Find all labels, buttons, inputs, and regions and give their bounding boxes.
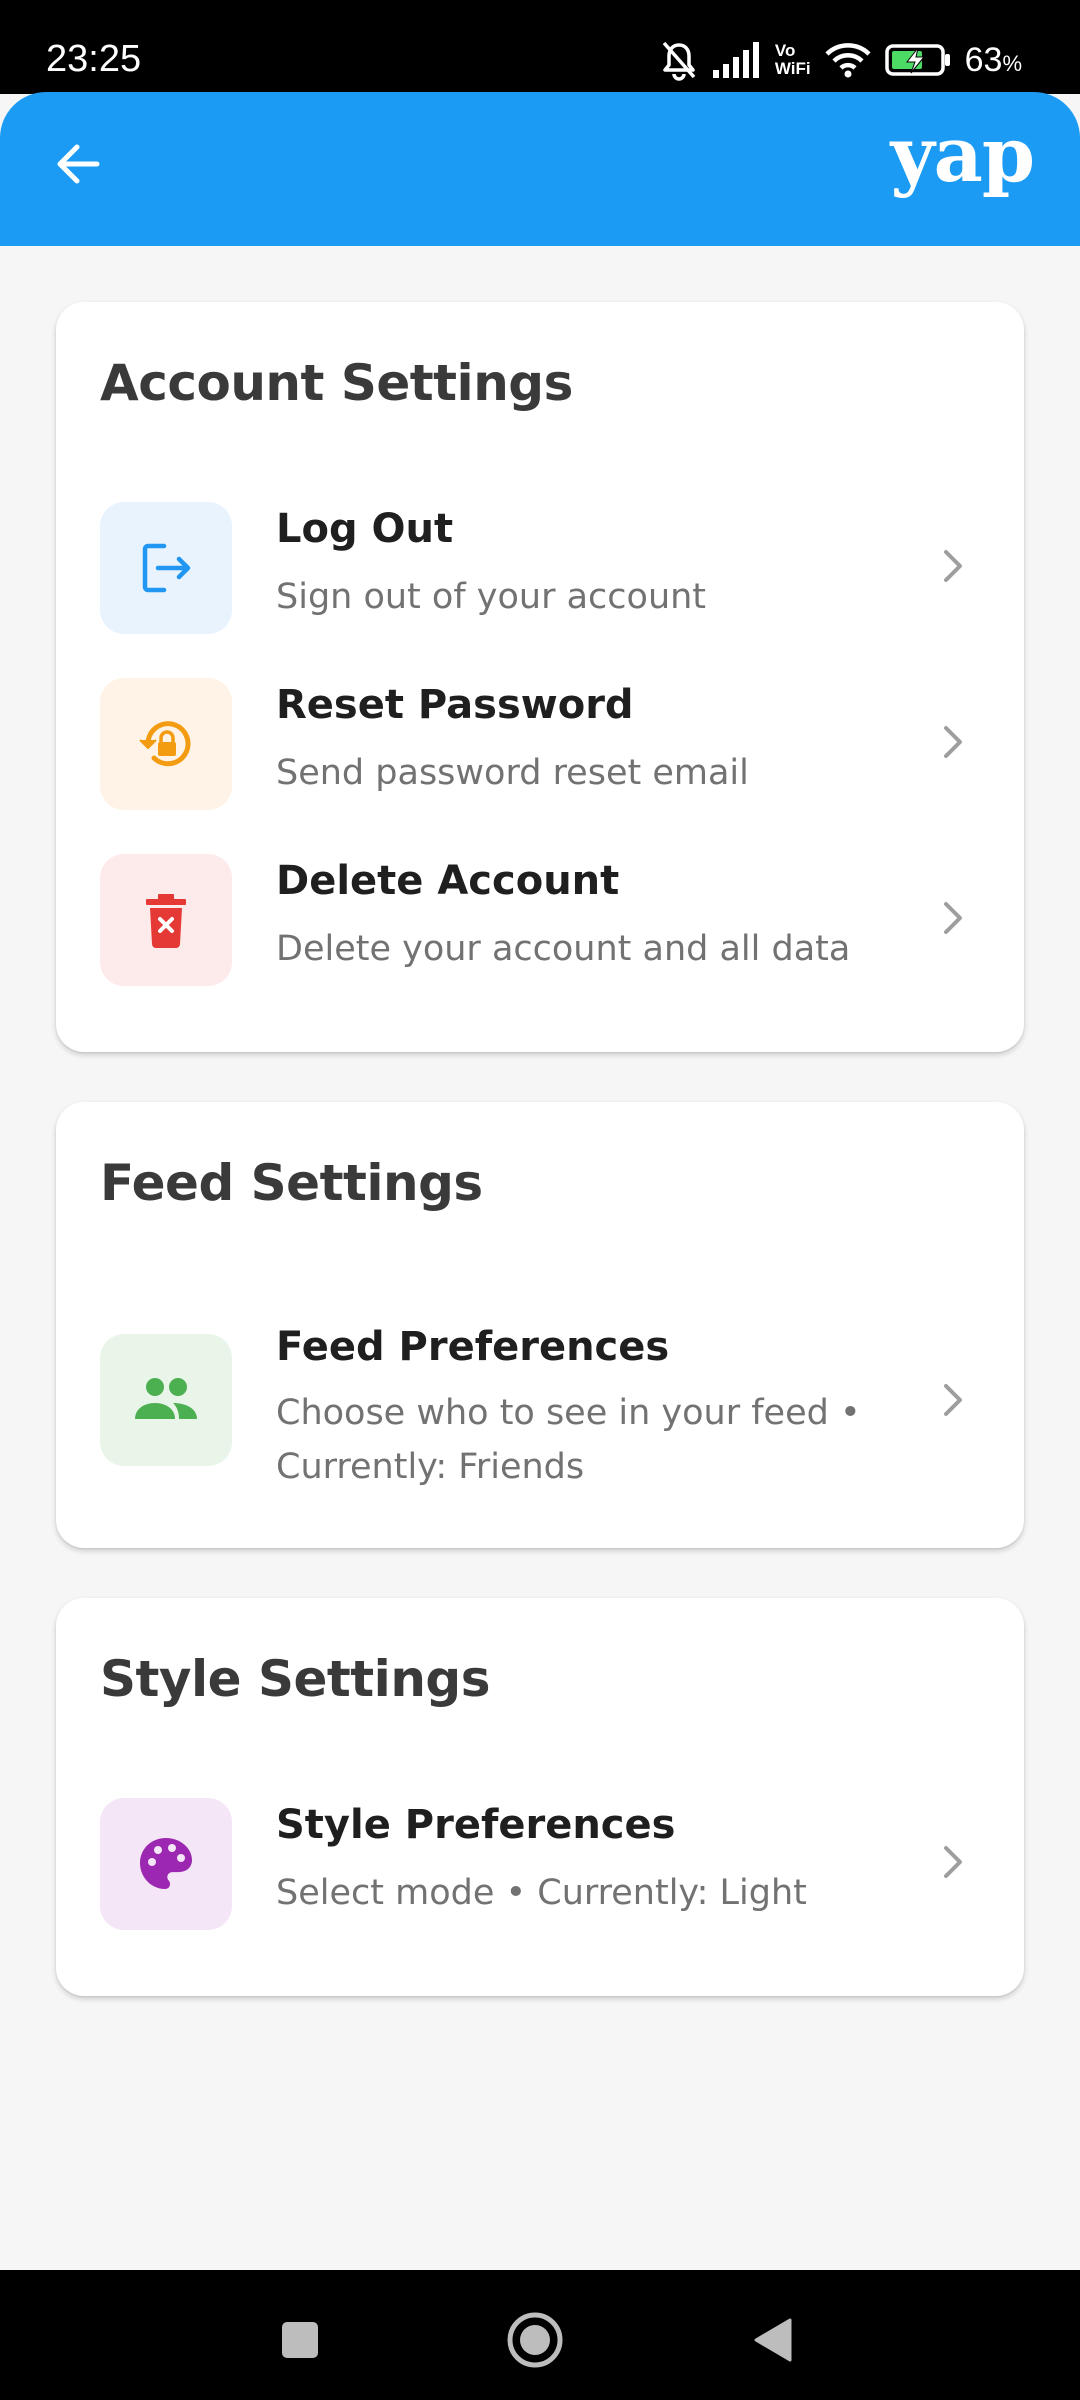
chevron-right-icon — [944, 726, 962, 758]
card-title: Account Settings — [100, 354, 573, 412]
home-button[interactable] — [505, 2310, 565, 2370]
item-subtitle: Choose who to see in your feed • Current… — [276, 1393, 861, 1487]
item-title: Log Out — [276, 506, 454, 552]
app-bar: yap — [0, 92, 1080, 246]
card-title: Feed Settings — [100, 1154, 483, 1212]
logout-item[interactable]: Log Out Sign out of your account — [56, 492, 1024, 642]
logout-icon — [142, 543, 191, 593]
signal-icon — [712, 42, 759, 78]
card-title: Style Settings — [100, 1650, 490, 1708]
square-icon — [282, 2322, 318, 2358]
item-title: Style Preferences — [276, 1802, 676, 1848]
feed-icon-tile — [100, 1334, 232, 1466]
item-title: Delete Account — [276, 858, 620, 904]
logout-icon-tile — [100, 502, 232, 634]
chevron-right-icon — [944, 902, 962, 934]
item-title: Reset Password — [276, 682, 634, 728]
battery-percentage: 63% — [964, 40, 1022, 79]
system-nav-bar — [0, 2270, 1080, 2400]
chevron-right-icon — [944, 1846, 962, 1878]
reset-icon-tile — [100, 678, 232, 810]
back-button[interactable] — [40, 126, 116, 202]
feed-settings-card: Feed Settings Feed Preferences Choose wh… — [56, 1102, 1024, 1548]
account-settings-card: Account Settings Log Out Sign out of you… — [56, 302, 1024, 1052]
recents-button[interactable] — [270, 2310, 330, 2370]
item-subtitle: Sign out of your account — [276, 577, 707, 617]
item-subtitle: Select mode • Currently: Light — [276, 1873, 807, 1913]
item-subtitle: Delete your account and all data — [276, 929, 851, 969]
delete-account-item[interactable]: Delete Account Delete your account and a… — [56, 844, 1024, 994]
lock-reset-icon — [139, 721, 191, 767]
vowifi-label: Vo WiFi — [774, 41, 811, 78]
item-subtitle: Send password reset email — [276, 753, 749, 793]
status-icons: Vo WiFi 63% — [659, 34, 1022, 86]
reset-password-item[interactable]: Reset Password Send password reset email — [56, 668, 1024, 818]
trash-icon — [146, 894, 186, 948]
app-logo: yap — [890, 110, 1035, 199]
chevron-right-icon — [944, 550, 962, 582]
chevron-right-icon — [944, 1384, 962, 1416]
triangle-back-icon — [754, 2318, 792, 2362]
back-nav-button[interactable] — [742, 2310, 802, 2370]
style-preferences-item[interactable]: Style Preferences Select mode • Currentl… — [56, 1788, 1024, 1938]
feed-preferences-item[interactable]: Feed Preferences Choose who to see in yo… — [56, 1324, 1024, 1504]
style-settings-card: Style Settings Style Preferences Select … — [56, 1598, 1024, 1996]
palette-icon-tile — [100, 1798, 232, 1930]
people-icon — [135, 1378, 197, 1419]
delete-icon-tile — [100, 854, 232, 986]
home-circle-icon — [507, 2312, 563, 2368]
status-bar: 23:25 Vo WiFi 63% — [0, 0, 1080, 94]
item-title: Feed Preferences — [276, 1324, 670, 1370]
battery-charging-icon — [884, 44, 950, 76]
bell-muted-icon — [662, 41, 696, 81]
palette-icon — [140, 1838, 192, 1889]
arrow-left-icon — [57, 144, 100, 184]
wifi-icon — [825, 43, 871, 78]
status-time: 23:25 — [46, 38, 142, 80]
